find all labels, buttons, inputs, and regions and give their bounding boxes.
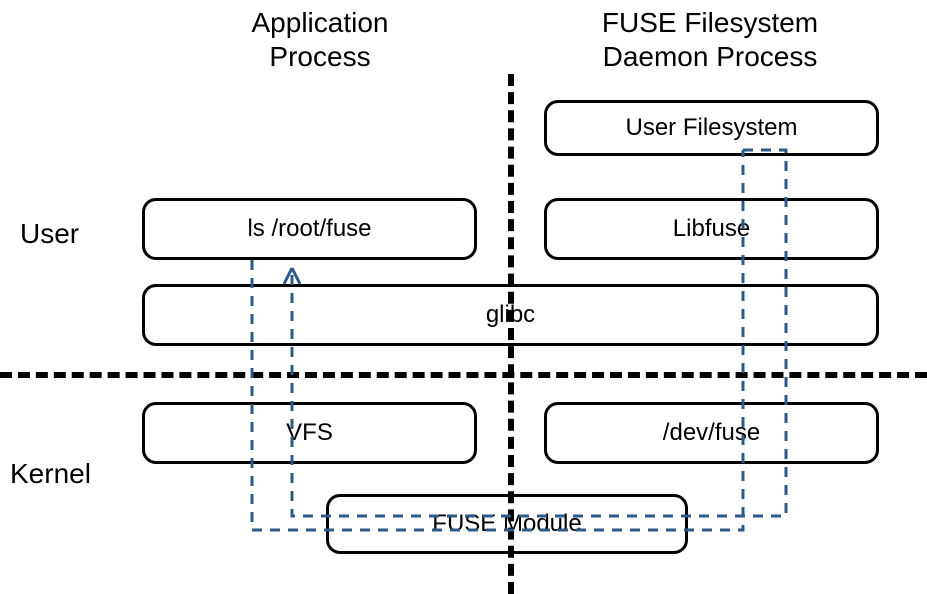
flow-path: [0, 0, 927, 594]
